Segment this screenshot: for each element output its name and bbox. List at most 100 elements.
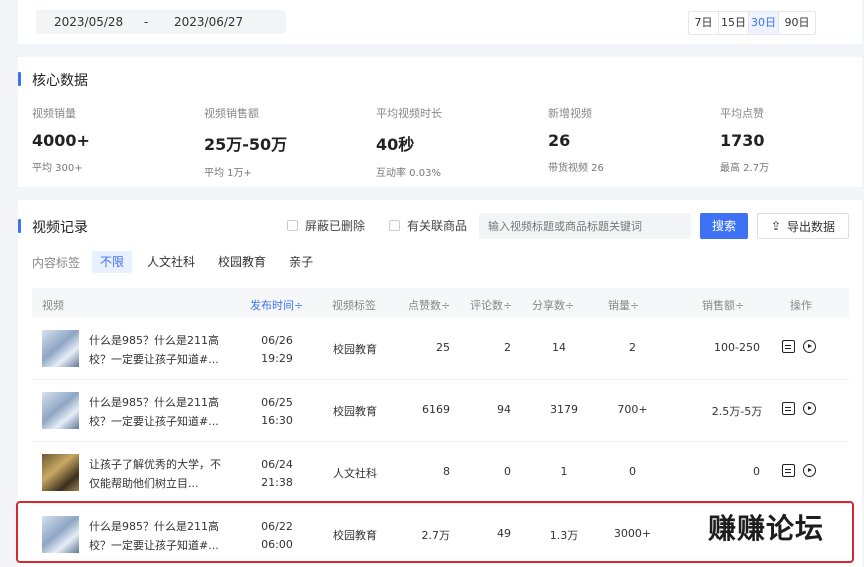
- col-revenue[interactable]: 销售额÷: [702, 297, 744, 313]
- search-input[interactable]: [479, 213, 691, 239]
- col-likes[interactable]: 点赞数÷: [408, 297, 450, 313]
- table-row: 让孩子了解优秀的大学，不仅能帮助他们树立目... 06/24 21:38 人文社科…: [32, 442, 849, 504]
- revenue-cell: 100-250: [714, 341, 760, 354]
- period-30d[interactable]: 30日: [749, 12, 779, 34]
- metric-avg-duration: 平均视频时长 40秒 互动率 0.03%: [376, 105, 536, 179]
- video-thumbnail[interactable]: [42, 454, 79, 491]
- tag-campus-education[interactable]: 校园教育: [210, 251, 274, 273]
- tag-parenting[interactable]: 亲子: [281, 251, 321, 273]
- metric-value: 25万-50万: [204, 135, 288, 154]
- metric-label: 新增视频: [548, 107, 592, 120]
- checkbox-icon[interactable]: [287, 220, 298, 231]
- period-15d[interactable]: 15日: [719, 12, 749, 34]
- metric-value: 4000+: [32, 131, 90, 150]
- document-icon[interactable]: [782, 464, 795, 477]
- hide-deleted-checkbox[interactable]: 屏蔽已删除: [287, 217, 365, 234]
- row-actions: [782, 464, 816, 477]
- checkbox-icon[interactable]: [389, 220, 400, 231]
- comments-cell: 0: [504, 465, 511, 478]
- metric-sub: 带货视频 26: [548, 163, 604, 174]
- metric-sub: 平均 300+: [32, 163, 83, 174]
- video-thumbnail[interactable]: [42, 330, 79, 367]
- shares-cell: 1: [560, 465, 568, 478]
- sales-cell: 0: [629, 465, 636, 478]
- table-header: 视频 发布时间÷ 视频标签 点赞数÷ 评论数÷ 分享数÷ 销量÷ 销售额÷ 操作: [32, 288, 849, 318]
- revenue-cell: 0: [753, 465, 760, 478]
- export-label: 导出数据: [787, 219, 836, 234]
- likes-cell: 25: [436, 341, 450, 354]
- upload-icon: ⇪: [770, 219, 782, 233]
- comments-cell: 94: [497, 403, 511, 416]
- metric-video-sales: 视频销量 4000+ 平均 300+: [32, 105, 192, 174]
- tag-all[interactable]: 不限: [92, 251, 133, 273]
- document-icon[interactable]: [782, 402, 795, 415]
- export-button[interactable]: ⇪ 导出数据: [757, 213, 849, 239]
- publish-time: 06/24 21:38: [247, 456, 307, 492]
- col-publish-time[interactable]: 发布时间÷: [250, 297, 303, 313]
- publish-date: 06/24: [261, 458, 293, 471]
- sales-cell: 2: [629, 341, 636, 354]
- date-separator: -: [144, 15, 149, 29]
- col-shares[interactable]: 分享数÷: [532, 297, 574, 313]
- col-video: 视频: [42, 299, 64, 312]
- metric-video-revenue: 视频销售额 25万-50万 平均 1万+: [204, 105, 364, 179]
- metric-sub: 互动率 0.03%: [376, 168, 441, 179]
- sales-cell: 700+: [617, 403, 648, 416]
- publish-date: 06/25: [261, 396, 293, 409]
- table-row: 什么是985？什么是211高校？一定要让孩子知道#... 06/26 19:29 …: [32, 318, 849, 380]
- metric-label: 视频销量: [32, 107, 76, 120]
- metric-label: 平均点赞: [720, 107, 764, 120]
- video-tag: 校园教育: [333, 343, 377, 356]
- col-ops: 操作: [790, 299, 812, 312]
- shares-cell: 3179: [550, 403, 578, 416]
- metric-avg-likes: 平均点赞 1730 最高 2.7万: [720, 105, 864, 174]
- shares-cell: 14: [552, 341, 566, 354]
- play-icon[interactable]: [803, 402, 816, 415]
- watermark: 赚赚论坛: [708, 512, 825, 545]
- table-row: 什么是985？什么是211高校？一定要让孩子知道#... 06/25 16:30 …: [32, 380, 849, 442]
- publish-clock: 21:38: [261, 476, 293, 489]
- col-tag: 视频标签: [332, 299, 376, 312]
- comments-cell: 2: [504, 341, 511, 354]
- likes-cell: 8: [443, 465, 450, 478]
- play-icon[interactable]: [803, 340, 816, 353]
- video-title[interactable]: 什么是985？什么是211高校？一定要让孩子知道#...: [89, 393, 229, 431]
- metric-value: 1730: [720, 131, 765, 150]
- tag-humanities[interactable]: 人文社科: [139, 251, 203, 273]
- publish-clock: 16:30: [261, 414, 293, 427]
- video-title[interactable]: 让孩子了解优秀的大学，不仅能帮助他们树立目...: [89, 455, 229, 493]
- metric-new-videos: 新增视频 26 带货视频 26: [548, 105, 708, 174]
- search-button[interactable]: 搜索: [700, 213, 748, 239]
- checkbox-label: 有关联商品: [407, 219, 468, 233]
- checkbox-label: 屏蔽已删除: [305, 219, 366, 233]
- publish-time: 06/26 19:29: [247, 332, 307, 368]
- tag-filter-label: 内容标签: [32, 255, 81, 270]
- publish-clock: 19:29: [261, 352, 293, 365]
- row-actions: [782, 340, 816, 353]
- video-records-title: 视频记录: [18, 217, 88, 237]
- core-data-title: 核心数据: [18, 70, 88, 90]
- publish-date: 06/26: [261, 334, 293, 347]
- video-tag: 校园教育: [333, 405, 377, 418]
- start-date[interactable]: 2023/05/28: [54, 15, 123, 29]
- document-icon[interactable]: [782, 340, 795, 353]
- publish-time: 06/25 16:30: [247, 394, 307, 430]
- has-products-checkbox[interactable]: 有关联商品: [389, 217, 467, 234]
- metric-label: 平均视频时长: [376, 107, 442, 120]
- period-90d[interactable]: 90日: [779, 12, 815, 34]
- play-icon[interactable]: [803, 464, 816, 477]
- period-selector: 7日 15日 30日 90日: [688, 11, 816, 35]
- metric-sub: 平均 1万+: [204, 168, 252, 179]
- end-date[interactable]: 2023/06/27: [174, 15, 243, 29]
- likes-cell: 6169: [422, 403, 450, 416]
- period-7d[interactable]: 7日: [689, 12, 719, 34]
- date-filter-bar: 2023/05/28 - 2023/06/27 7日 15日 30日 90日: [18, 0, 862, 44]
- metric-label: 视频销售额: [204, 107, 259, 120]
- col-sales[interactable]: 销量÷: [608, 297, 639, 313]
- metric-value: 26: [548, 131, 571, 150]
- video-thumbnail[interactable]: [42, 392, 79, 429]
- video-title[interactable]: 什么是985？什么是211高校？一定要让孩子知道#...: [89, 331, 229, 369]
- col-comments[interactable]: 评论数÷: [470, 297, 512, 313]
- row-actions: [782, 402, 816, 415]
- date-range-picker[interactable]: 2023/05/28 - 2023/06/27: [36, 10, 286, 34]
